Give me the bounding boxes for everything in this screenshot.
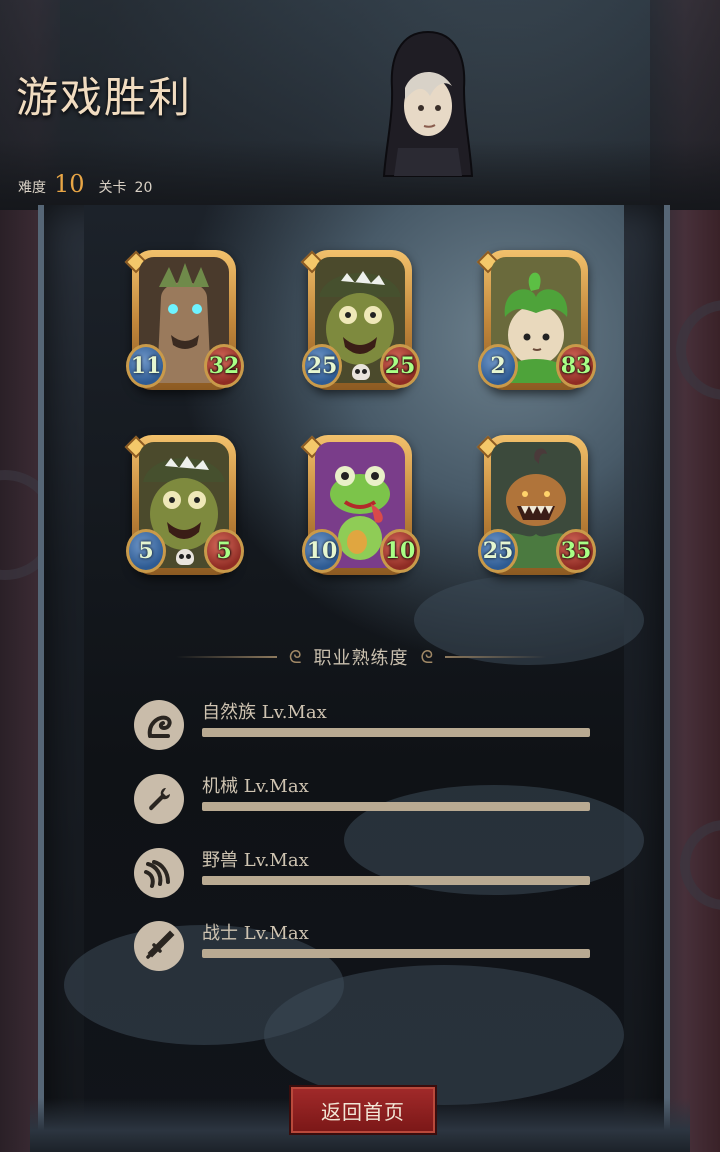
health-stat: 25 [380, 344, 420, 388]
mastery-progress-fill [202, 876, 590, 885]
mastery-row: 自然族 Lv.Max [134, 698, 594, 750]
mastery-progress-fill [202, 949, 590, 958]
attack-stat: 25 [302, 344, 342, 388]
mastery-progress-bar [202, 876, 590, 885]
unit-card[interactable]: 25 25 [300, 250, 420, 390]
mastery-title: 职业熟练度 [313, 648, 409, 669]
unit-card[interactable]: 5 5 [124, 435, 244, 575]
divider-line [176, 656, 277, 658]
wrench-icon [134, 774, 184, 824]
claw-icon [134, 848, 184, 898]
back-to-home-button[interactable]: 返回首页 [289, 1085, 437, 1135]
health-stat: 35 [556, 529, 596, 573]
health-stat: 32 [204, 344, 244, 388]
run-info: 难度 10 关卡 20 [18, 170, 152, 198]
health-stat: 83 [556, 344, 596, 388]
mastery-section-title: ᘓ 职业熟练度 ᘓ [176, 642, 546, 672]
mastery-row: 机械 Lv.Max [134, 772, 594, 824]
mastery-row: 野兽 Lv.Max [134, 846, 594, 898]
unit-card[interactable]: 2 83 [476, 250, 596, 390]
mastery-row: 战士 Lv.Max [134, 919, 594, 971]
swirl-ornament-icon: ᘓ [288, 646, 302, 668]
attack-stat: 11 [126, 344, 166, 388]
difficulty-label: 难度 [18, 180, 46, 196]
mastery-progress-bar [202, 802, 590, 811]
mastery-label: 自然族 Lv.Max [202, 702, 327, 723]
swirl-ornament-icon: ᘓ [420, 646, 434, 668]
page-title: 游戏胜利 [16, 73, 193, 122]
health-stat: 10 [380, 529, 420, 573]
unit-card[interactable]: 25 35 [476, 435, 596, 575]
attack-stat: 10 [302, 529, 342, 573]
skull-icon [176, 549, 194, 565]
attack-stat: 25 [478, 529, 518, 573]
mastery-label: 野兽 Lv.Max [202, 850, 309, 871]
cloud [264, 965, 624, 1105]
mastery-label: 机械 Lv.Max [202, 776, 309, 797]
stage-label: 关卡 [98, 180, 127, 196]
difficulty-value: 10 [54, 170, 85, 198]
skull-icon [352, 364, 370, 380]
hero-avatar [382, 30, 474, 177]
divider-line [445, 656, 546, 658]
mastery-progress-bar [202, 949, 590, 958]
sword-icon [134, 921, 184, 971]
victory-header: 游戏胜利 难度 10 关卡 20 [0, 0, 720, 210]
health-stat: 5 [204, 529, 244, 573]
unit-card[interactable]: 11 32 [124, 250, 244, 390]
mastery-progress-fill [202, 728, 590, 737]
mastery-progress-fill [202, 802, 590, 811]
attack-stat: 5 [126, 529, 166, 573]
unit-card[interactable]: 10 10 [300, 435, 420, 575]
mastery-label: 战士 Lv.Max [202, 923, 309, 944]
attack-stat: 2 [478, 344, 518, 388]
nature-icon [134, 700, 184, 750]
stage-value: 20 [134, 180, 153, 196]
mastery-progress-bar [202, 728, 590, 737]
